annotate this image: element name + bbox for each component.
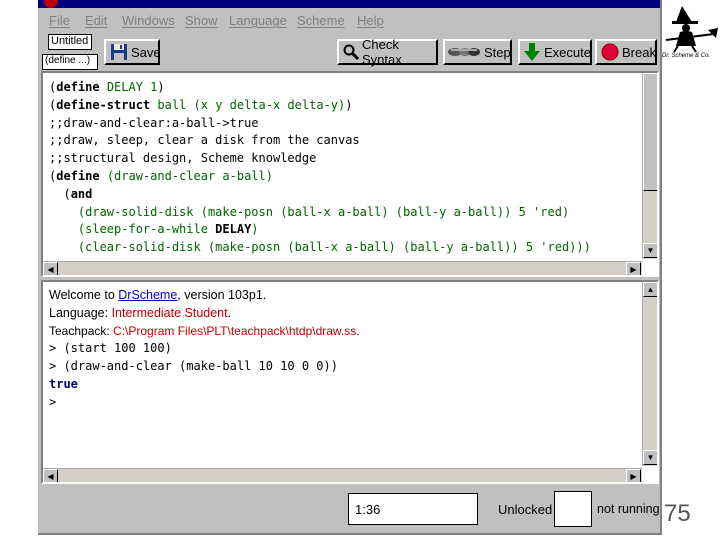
code-line: (clear-solid-disk (make-posn (ball-x a-b…: [49, 239, 591, 257]
save-label: Save: [131, 44, 161, 60]
interactions-text: Welcome to DrScheme, version 103p1. Lang…: [49, 287, 360, 412]
repl-result: true: [49, 376, 78, 391]
stop-icon: [601, 43, 619, 61]
check-syntax-button[interactable]: Check Syntax: [337, 37, 438, 67]
filename-button[interactable]: Untitled: [48, 34, 92, 50]
welcome-suffix: , version 103p1.: [177, 288, 267, 302]
code-token: ;;structural design, Scheme knowledge: [49, 151, 317, 166]
title-bar: [38, 0, 660, 8]
repl-input-2: > (draw-and-clear (make-ball 10 10 0 0)): [49, 359, 338, 374]
code-token: (: [49, 186, 71, 201]
scroll-left-arrow-icon-2[interactable]: ◀: [43, 469, 58, 482]
code-line: ;;draw, sleep, clear a disk from the can…: [49, 132, 591, 150]
teachpack-value: C:\Program Files\PLT\teachpack\htdp\draw…: [113, 323, 357, 338]
menu-language[interactable]: Language: [229, 13, 287, 28]
code-token: ): [345, 97, 353, 112]
language-end: .: [227, 305, 232, 320]
code-token: (draw-and-clear a-ball): [99, 168, 273, 183]
code-line: (and: [49, 186, 591, 204]
repl-prompt[interactable]: >: [49, 394, 360, 412]
break-button[interactable]: Break: [595, 39, 657, 65]
scroll-right-arrow-icon-2[interactable]: ▶: [626, 469, 641, 482]
definitions-text: (define DELAY 1) (define-struct ball (x y…: [49, 79, 591, 257]
code-token: (sleep-for-a-while: [49, 222, 216, 237]
execute-button[interactable]: Execute: [518, 39, 592, 65]
scroll-down-arrow-icon-2[interactable]: ▼: [643, 450, 657, 465]
teachpack-label: Teachpack:: [49, 323, 114, 338]
gc-indicator: [554, 491, 592, 527]
code-token: ;;draw-and-clear:a-ball->true: [49, 115, 259, 130]
green-down-arrow-icon: [524, 43, 540, 61]
repl-input-1: > (start 100 100): [49, 341, 172, 356]
definitions-scroll-thumb[interactable]: [643, 73, 657, 191]
menu-windows[interactable]: Windows: [122, 13, 175, 28]
code-token: ): [157, 80, 165, 94]
save-button[interactable]: Save: [104, 39, 161, 65]
code-line: (define DELAY 1): [49, 79, 591, 97]
code-token: and: [70, 186, 93, 201]
step-button[interactable]: Step: [443, 39, 512, 65]
magnifier-icon: [343, 44, 360, 61]
page-number: 75: [664, 500, 691, 527]
code-token: DELAY 1: [99, 80, 158, 94]
scroll-down-arrow-icon[interactable]: ▼: [643, 243, 657, 258]
drscheme-app-icon: [44, 0, 58, 8]
code-token: define-struct: [56, 97, 151, 112]
definitions-horizontal-scrollbar[interactable]: ◀ ▶: [43, 261, 642, 275]
teachpack-line: Teachpack: C:\Program Files\PLT\teachpac…: [49, 323, 360, 341]
code-token: define: [56, 168, 100, 183]
menu-scheme[interactable]: Scheme: [297, 13, 345, 28]
code-token: ;;draw, sleep, clear a disk from the can…: [49, 133, 360, 148]
menu-file[interactable]: File: [49, 13, 70, 28]
menu-show[interactable]: Show: [185, 13, 218, 28]
definitions-pane[interactable]: (define DELAY 1) (define-struct ball (x y…: [41, 71, 659, 277]
menu-bar: File Edit Windows Show Language Scheme H…: [38, 10, 660, 32]
menu-help[interactable]: Help: [357, 13, 384, 28]
code-token: (x y delta-x delta-y): [193, 97, 346, 112]
check-syntax-label: Check Syntax: [362, 37, 402, 67]
code-line: ;;draw-and-clear:a-ball->true: [49, 115, 591, 133]
code-line: (sleep-for-a-while DELAY): [49, 221, 591, 239]
code-line: (define (draw-and-clear a-ball): [49, 168, 591, 186]
logo-caption: Dr. Scheme & Co.: [662, 53, 711, 59]
scroll-right-arrow-icon[interactable]: ▶: [626, 262, 641, 275]
interactions-vertical-scrollbar[interactable]: ▲ ▼: [642, 282, 657, 466]
code-line: ;;structural design, Scheme knowledge: [49, 150, 591, 168]
drscheme-window: File Edit Windows Show Language Scheme H…: [38, 0, 662, 535]
language-line: Language: Intermediate Student.: [49, 305, 360, 323]
break-label: Break: [622, 44, 656, 60]
interactions-pane[interactable]: Welcome to DrScheme, version 103p1. Lang…: [41, 280, 659, 484]
lock-status[interactable]: Unlocked: [498, 502, 552, 517]
code-line: (define-struct ball (x y delta-x delta-y…: [49, 97, 591, 115]
code-token: (draw-solid-disk (make-posn (ball-x a-ba…: [49, 204, 570, 219]
cursor-position: 1:36: [348, 493, 478, 525]
scroll-left-arrow-icon[interactable]: ◀: [43, 262, 58, 275]
floppy-disk-icon: [110, 43, 128, 61]
code-token: (clear-solid-disk (make-posn (ball-x a-b…: [49, 240, 591, 255]
interactions-horizontal-scrollbar[interactable]: ◀ ▶: [43, 468, 642, 482]
definitions-vertical-scrollbar[interactable]: ▼: [642, 73, 657, 259]
welcome-prefix: Welcome to: [49, 288, 119, 302]
scroll-up-arrow-icon[interactable]: ▲: [643, 282, 657, 297]
step-label: Step: [484, 44, 511, 60]
footprint-icon: [447, 44, 481, 60]
drscheme-link[interactable]: DrScheme: [118, 288, 177, 302]
define-menu-button[interactable]: (define ...): [42, 54, 98, 70]
code-token: define: [56, 80, 100, 94]
teachpack-end: .: [356, 323, 360, 338]
welcome-line: Welcome to DrScheme, version 103p1.: [49, 287, 360, 305]
code-line: (draw-solid-disk (make-posn (ball-x a-ba…: [49, 204, 591, 222]
language-label: Language:: [49, 305, 112, 320]
language-value: Intermediate Student: [111, 305, 228, 320]
menu-edit[interactable]: Edit: [85, 13, 107, 28]
execute-label: Execute: [544, 44, 591, 60]
code-token: ): [251, 222, 259, 237]
running-status: not running: [597, 502, 660, 516]
code-token: DELAY: [215, 222, 252, 237]
code-token: ball: [150, 97, 194, 112]
